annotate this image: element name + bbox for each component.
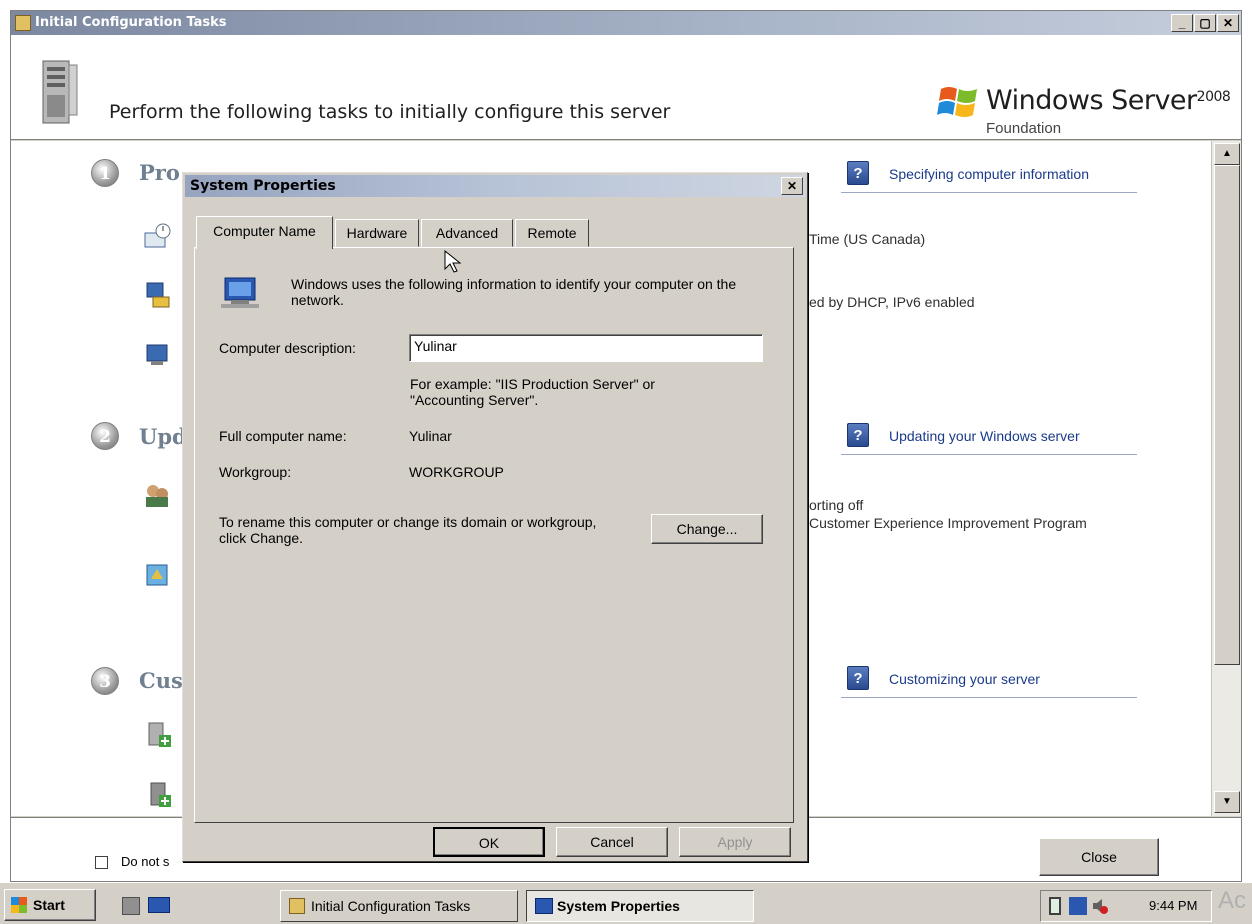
edge-text: Ac: [1218, 887, 1247, 914]
full-name-value: Yulinar: [409, 428, 452, 444]
step-1-number: 1: [91, 159, 119, 187]
scroll-down-arrow-icon[interactable]: ▼: [1214, 791, 1240, 813]
start-label: Start: [33, 897, 65, 913]
help-link-computer-info[interactable]: Specifying computer information: [889, 166, 1089, 182]
intro-text: Windows uses the following information t…: [291, 276, 737, 308]
workgroup-label: Workgroup:: [219, 464, 292, 480]
time-zone-icon[interactable]: [143, 221, 171, 249]
main-titlebar[interactable]: Initial Configuration Tasks _ ▢ ✕: [11, 11, 1241, 35]
network-info: ed by DHCP, IPv6 enabled: [809, 294, 975, 310]
brand-name: Windows Server2008: [986, 85, 1231, 116]
main-window-title: Initial Configuration Tasks: [35, 15, 227, 30]
full-name-label: Full computer name:: [219, 428, 347, 444]
help-icon: ?: [847, 423, 869, 447]
timezone-info: Time (US Canada): [809, 231, 926, 247]
dialog-close-button[interactable]: ✕: [781, 177, 803, 195]
system-properties-dialog: System Properties ✕ Computer Name Hardwa…: [182, 172, 808, 862]
help-row-3: ? Customizing your server: [841, 664, 1137, 698]
task-system-properties[interactable]: System Properties: [526, 890, 754, 922]
server-icon: [39, 55, 81, 127]
step-3-number: 3: [91, 667, 119, 695]
scroll-up-arrow-icon[interactable]: ▲: [1214, 143, 1240, 165]
feedback-icon[interactable]: [143, 561, 171, 589]
tab-remote[interactable]: Remote: [515, 219, 589, 247]
computer-description-input[interactable]: Yulinar: [409, 334, 763, 362]
help-link-customizing[interactable]: Customizing your server: [889, 671, 1040, 687]
task-sysprop-icon: [535, 898, 553, 914]
task-config-icon: [289, 898, 305, 914]
brand-name-text: Windows Server: [986, 85, 1197, 116]
computer-name-icon[interactable]: [143, 341, 171, 369]
quicklaunch-server-icon[interactable]: [122, 897, 140, 915]
network-icon[interactable]: [143, 281, 171, 309]
do-not-show-checkbox[interactable]: [95, 856, 108, 869]
network-tray-icon[interactable]: [1069, 897, 1087, 915]
step-2-number: 2: [91, 422, 119, 450]
reporting-info-2: Customer Experience Improvement Program: [809, 515, 1087, 531]
step-3-title: Cus: [139, 668, 183, 693]
step-1-title: Pro: [139, 160, 180, 185]
brand-year: 2008: [1196, 89, 1231, 105]
help-row-1: ? Specifying computer information: [841, 159, 1137, 193]
help-icon: ?: [847, 666, 869, 690]
tab-computer-name[interactable]: Computer Name: [196, 216, 333, 249]
main-header: Perform the following tasks to initially…: [11, 35, 1241, 140]
header-text: Perform the following tasks to initially…: [109, 101, 671, 123]
computer-network-icon: [219, 274, 261, 312]
close-window-button[interactable]: ✕: [1217, 14, 1239, 32]
help-icon: ?: [847, 161, 869, 185]
maximize-button[interactable]: ▢: [1194, 14, 1216, 32]
app-icon: [15, 15, 31, 31]
rename-text: To rename this computer or change its do…: [219, 514, 597, 546]
brand-edition: Foundation: [986, 120, 1062, 137]
windows-logo-icon: [933, 81, 983, 121]
taskbar: Start Initial Configuration Tasks System…: [0, 882, 1252, 924]
reporting-info-1: orting off: [809, 497, 864, 513]
tab-advanced[interactable]: Advanced: [421, 219, 513, 247]
task-initial-config[interactable]: Initial Configuration Tasks: [280, 890, 518, 922]
add-roles-icon[interactable]: [145, 721, 173, 749]
scrollbar-thumb[interactable]: [1214, 165, 1240, 665]
do-not-show-label: Do not s: [121, 854, 170, 869]
updates-icon[interactable]: [143, 481, 171, 509]
system-tray: 9:44 PM: [1040, 890, 1212, 922]
example-text: For example: "IIS Production Server" or …: [410, 376, 655, 408]
help-row-2: ? Updating your Windows server: [841, 421, 1137, 455]
task-system-properties-label: System Properties: [557, 898, 680, 914]
volume-muted-icon[interactable]: [1091, 897, 1109, 915]
workgroup-value: WORKGROUP: [409, 464, 504, 480]
mouse-pointer-icon: [444, 249, 464, 274]
apply-button[interactable]: Apply: [679, 827, 791, 857]
description-label: Computer description:: [219, 340, 356, 356]
close-button[interactable]: Close: [1039, 838, 1159, 876]
add-features-icon[interactable]: [145, 781, 173, 809]
start-windows-icon: [11, 897, 27, 913]
change-button[interactable]: Change...: [651, 514, 763, 544]
dialog-title: System Properties: [190, 178, 336, 194]
content-scrollbar[interactable]: ▲ ▼: [1211, 141, 1241, 816]
step-2-title: Upd: [139, 424, 187, 449]
dialog-titlebar[interactable]: System Properties ✕: [185, 175, 805, 197]
quicklaunch-desktop-icon[interactable]: [148, 897, 170, 913]
ok-button[interactable]: OK: [433, 827, 545, 857]
task-initial-config-label: Initial Configuration Tasks: [311, 898, 471, 914]
minimize-button[interactable]: _: [1171, 14, 1193, 32]
help-link-updating[interactable]: Updating your Windows server: [889, 428, 1080, 444]
tab-hardware[interactable]: Hardware: [335, 219, 419, 247]
start-button[interactable]: Start: [4, 889, 96, 921]
battery-icon[interactable]: [1049, 897, 1061, 915]
clock[interactable]: 9:44 PM: [1149, 898, 1197, 913]
computer-name-panel: Windows uses the following information t…: [194, 247, 794, 823]
cancel-button[interactable]: Cancel: [556, 827, 668, 857]
